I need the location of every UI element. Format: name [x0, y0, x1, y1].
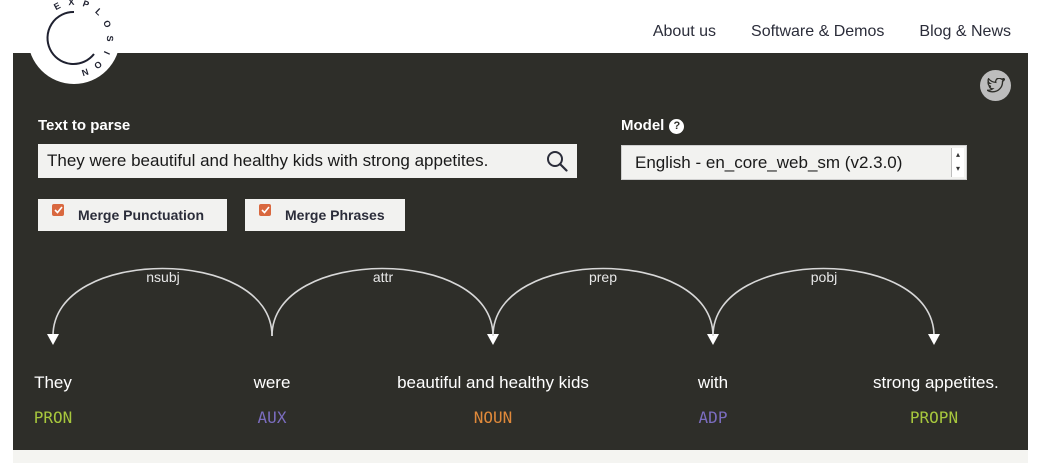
- dependency-label: attr: [373, 269, 394, 285]
- token-tag: ADP: [698, 408, 728, 427]
- nav-blog-news[interactable]: Blog & News: [919, 23, 1011, 41]
- token-word: with: [697, 373, 729, 392]
- dependency-label: nsubj: [146, 269, 179, 285]
- arrowhead-icon: [47, 334, 59, 345]
- token-word: beautiful and healthy kids: [397, 373, 589, 392]
- dependency-label: pobj: [811, 269, 837, 285]
- token-tag: PROPN: [909, 408, 959, 427]
- explosion-logo[interactable]: EXPLOSION: [28, 0, 120, 84]
- arrowhead-icon: [928, 334, 940, 345]
- token-tag: AUX: [257, 408, 287, 427]
- logo-letter: X: [68, 0, 75, 7]
- token-word: were: [253, 373, 291, 392]
- logo-letter: E: [52, 0, 62, 12]
- logo-mark: E X PLOSION: [46, 0, 115, 78]
- dependency-label: prep: [589, 269, 617, 285]
- logo-letter: I: [102, 50, 112, 56]
- logo-letter: S: [105, 35, 115, 41]
- footer-strip: [13, 450, 1028, 463]
- logo-letter: O: [101, 19, 113, 29]
- logo-letter: P: [81, 0, 90, 10]
- token-tag: NOUN: [473, 408, 513, 427]
- top-nav: About us Software & Demos Blog & News: [618, 23, 1011, 41]
- logo-letter: L: [93, 6, 104, 17]
- displacy-panel: Text to parse Model? English - en_core_w…: [13, 53, 1028, 450]
- nav-about-us[interactable]: About us: [653, 23, 716, 41]
- logo-letter: O: [92, 59, 104, 71]
- token-word: strong appetites.: [873, 373, 999, 392]
- logo-letter: N: [80, 66, 89, 78]
- nav-software-demos[interactable]: Software & Demos: [751, 23, 884, 41]
